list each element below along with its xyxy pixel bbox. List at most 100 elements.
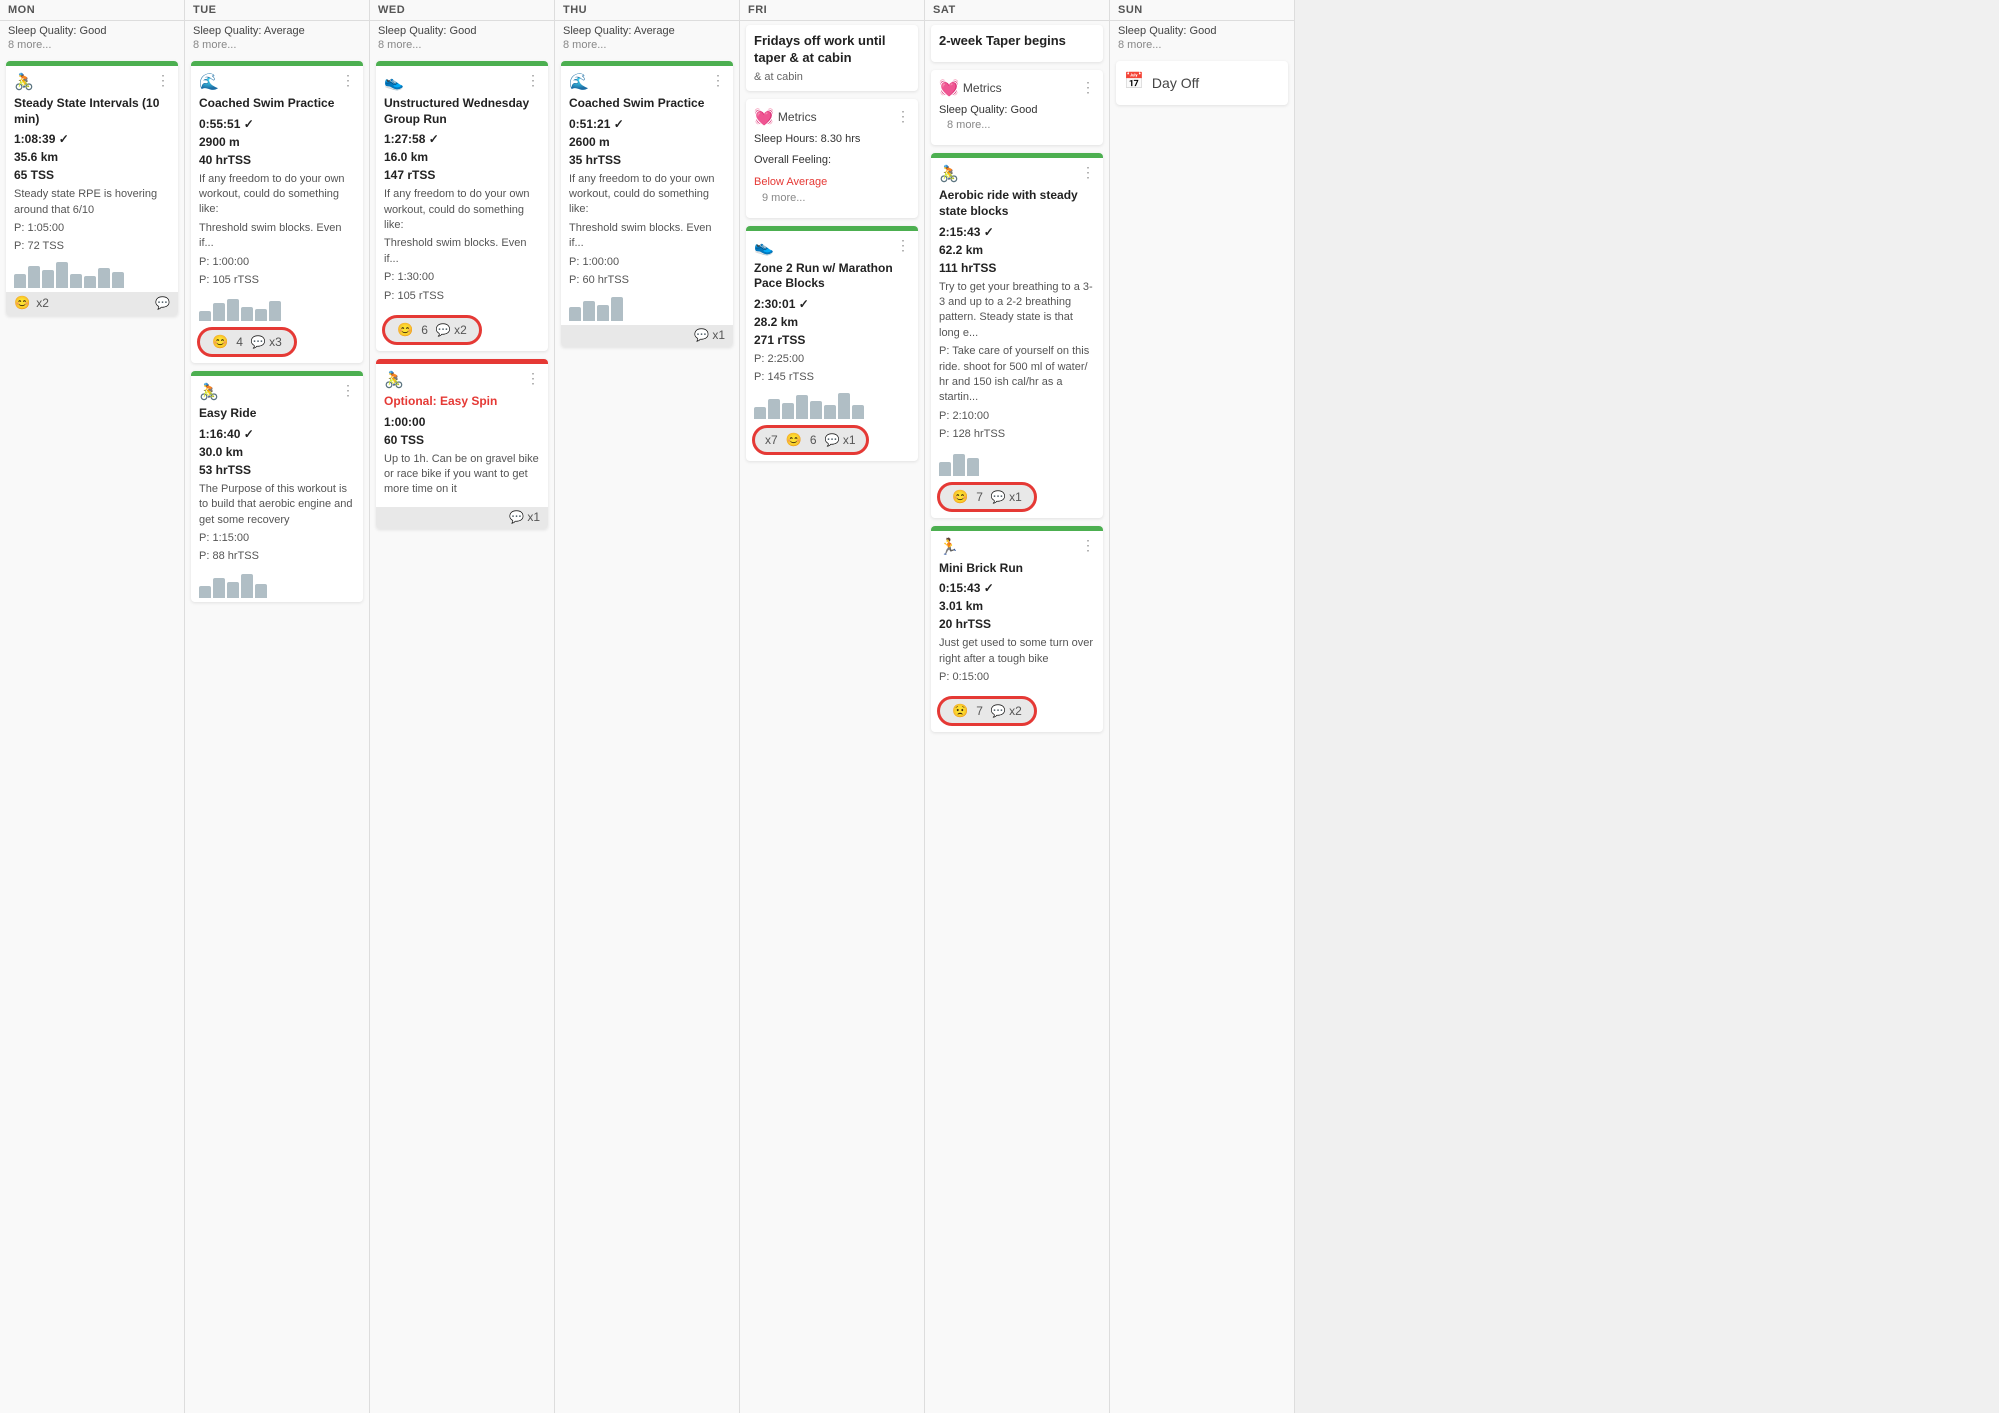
run-icon: 👟: [384, 72, 404, 92]
comment-icon[interactable]: 💬 x1: [509, 510, 540, 524]
comment-icon[interactable]: 💬: [155, 296, 170, 310]
reaction-count: 6: [810, 433, 817, 447]
card-coached-swim-thu: 🌊 ⋮ Coached Swim Practice 0:51:21 ✓ 2600…: [561, 61, 733, 347]
bar: [199, 586, 211, 598]
card-title: Aerobic ride with steady state blocks: [939, 188, 1095, 219]
more-link-thu[interactable]: 8 more...: [555, 39, 739, 57]
bike-icon: 🚴: [199, 382, 219, 402]
special-title: Fridays off work until taper & at cabin: [754, 33, 910, 67]
card-stat-tss: 40 hrTSS: [199, 151, 355, 169]
bar: [967, 458, 979, 476]
card-stat-time: 1:00:00: [384, 413, 540, 431]
card-stat-time: 0:51:21 ✓: [569, 115, 725, 133]
calendar-grid: MON Sleep Quality: Good 8 more... 🚴 ⋮ St…: [0, 0, 1999, 1413]
bar: [939, 462, 951, 476]
card-steady-state: 🚴 ⋮ Steady State Intervals (10 min) 1:08…: [6, 61, 178, 316]
reaction-count: 7: [976, 704, 983, 718]
more-link-tue[interactable]: 8 more...: [185, 39, 369, 57]
day-column-mon: MON Sleep Quality: Good 8 more... 🚴 ⋮ St…: [0, 0, 185, 1413]
card-aerobic-ride: 🚴 ⋮ Aerobic ride with steady state block…: [931, 153, 1103, 517]
card-plan2: P: 1:00:00: [199, 255, 355, 270]
bar: [824, 405, 836, 419]
card-stat-tss: 65 TSS: [14, 166, 170, 184]
card-stat-time: 2:15:43 ✓: [939, 223, 1095, 241]
bar: [56, 262, 68, 288]
bar: [199, 311, 211, 321]
card-stat-time: 2:30:01 ✓: [754, 295, 910, 313]
comment-icon[interactable]: 💬 x1: [991, 490, 1022, 504]
metrics-more-sat[interactable]: 8 more...: [939, 119, 1095, 137]
bar: [42, 270, 54, 288]
card-plan3: P: 105 rTSS: [384, 289, 540, 304]
metrics-label: Metrics: [778, 110, 817, 124]
metrics-menu[interactable]: ⋮: [1081, 79, 1095, 96]
comment-icon[interactable]: 💬 x3: [251, 335, 282, 349]
card-menu-icon[interactable]: ⋮: [526, 370, 540, 387]
emoji-icon: 😊: [14, 295, 30, 311]
card-header: 🚴 ⋮: [14, 72, 170, 92]
card-stat-dist: 62.2 km: [939, 241, 1095, 259]
card-stat-dist: 30.0 km: [199, 443, 355, 461]
card-plan: P: 1:15:00: [199, 531, 355, 546]
card-menu-icon[interactable]: ⋮: [711, 72, 725, 89]
card-menu-icon[interactable]: ⋮: [1081, 164, 1095, 181]
metrics-more[interactable]: 9 more...: [754, 192, 910, 210]
bar: [583, 301, 595, 321]
comment-icon[interactable]: 💬 x1: [825, 433, 856, 447]
card-easy-ride: 🚴 ⋮ Easy Ride 1:16:40 ✓ 30.0 km 53 hrTSS…: [191, 371, 363, 602]
card-plan2: P: 2:10:00: [939, 409, 1095, 424]
emoji-icon: 😊: [212, 334, 228, 350]
card-plan2: P: 1:00:00: [569, 255, 725, 270]
swim-icon: 🌊: [569, 72, 589, 92]
card-footer-wed-spin: 💬 x1: [376, 507, 548, 529]
day-column-fri: FRI Fridays off work until taper & at ca…: [740, 0, 925, 1413]
comment-icon[interactable]: 💬 x1: [694, 328, 725, 342]
metrics-card-sat: 💓 Metrics ⋮ Sleep Quality: Good 8 more..…: [931, 70, 1103, 146]
card-title: Unstructured Wednesday Group Run: [384, 96, 540, 127]
day-header-fri: FRI: [740, 0, 924, 21]
card-footer-mon: 😊 x2 💬: [6, 292, 178, 316]
run-icon: 👟: [754, 237, 774, 257]
more-link-mon[interactable]: 8 more...: [0, 39, 184, 57]
bar-chart: [6, 264, 178, 292]
card-menu-icon[interactable]: ⋮: [341, 382, 355, 399]
more-link-sun[interactable]: 8 more...: [1110, 39, 1294, 57]
special-sub: & at cabin: [754, 71, 910, 83]
special-title: 2-week Taper begins: [939, 33, 1095, 50]
card-menu-icon[interactable]: ⋮: [896, 237, 910, 254]
card-stat-time: 1:16:40 ✓: [199, 425, 355, 443]
metrics-icon: 💓: [754, 107, 774, 127]
card-menu-icon[interactable]: ⋮: [341, 72, 355, 89]
bar: [227, 582, 239, 598]
emoji-icon: 😊: [397, 322, 413, 338]
card-plan2: P: 88 hrTSS: [199, 549, 355, 564]
bar: [597, 305, 609, 321]
metrics-header: 💓 Metrics ⋮: [754, 107, 910, 127]
comment-icon[interactable]: 💬 x2: [436, 323, 467, 337]
bar: [255, 309, 267, 321]
emoji-icon: 😊: [786, 432, 802, 448]
day-header-tue: TUE: [185, 0, 369, 21]
card-plan: Threshold swim blocks. Even if...: [569, 221, 725, 252]
reaction-count: 6: [421, 323, 428, 337]
run-icon: 🏃: [939, 537, 959, 557]
more-link-wed[interactable]: 8 more...: [370, 39, 554, 57]
card-header: 🚴 ⋮: [939, 164, 1095, 184]
comment-icon[interactable]: 💬 x2: [991, 704, 1022, 718]
card-plan2: P: 1:30:00: [384, 270, 540, 285]
card-title: Coached Swim Practice: [199, 96, 355, 112]
card-plan2: P: 72 TSS: [14, 239, 170, 254]
day-header-thu: THU: [555, 0, 739, 21]
card-stat-dist: 16.0 km: [384, 148, 540, 166]
card-menu-icon[interactable]: ⋮: [526, 72, 540, 89]
day-column-wed: WED Sleep Quality: Good 8 more... 👟 ⋮ Un…: [370, 0, 555, 1413]
card-plan3: P: 128 hrTSS: [939, 427, 1095, 442]
overall-feeling-label: Overall Feeling:: [754, 152, 910, 170]
metrics-menu[interactable]: ⋮: [896, 108, 910, 125]
card-stat-tss: 20 hrTSS: [939, 615, 1095, 633]
card-title: Zone 2 Run w/ Marathon Pace Blocks: [754, 261, 910, 292]
card-menu-icon[interactable]: ⋮: [1081, 537, 1095, 554]
bar-chart: [191, 574, 363, 602]
card-header: 🌊 ⋮: [569, 72, 725, 92]
card-menu-icon[interactable]: ⋮: [156, 72, 170, 89]
